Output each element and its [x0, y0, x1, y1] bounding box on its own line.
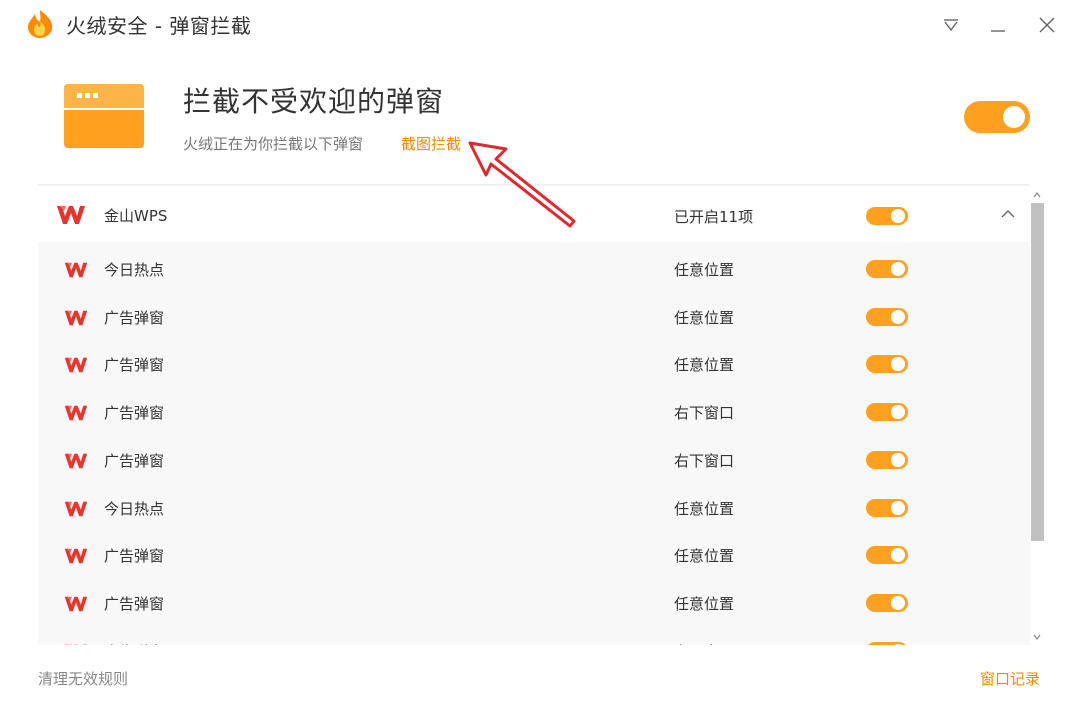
rule-row[interactable]: 今日热点 任意位置 [38, 484, 1030, 532]
scroll-down-icon[interactable] [1031, 631, 1043, 643]
rule-name: 广告弹窗 [104, 547, 165, 566]
rule-name: 广告弹窗 [104, 308, 165, 327]
clean-invalid-rules-link[interactable]: 清理无效规则 [38, 668, 128, 689]
rule-row[interactable]: 广告弹窗 右下窗口 [38, 627, 1030, 645]
rule-row[interactable]: 今日热点 任意位置 [38, 245, 1030, 293]
rule-toggle[interactable] [866, 403, 908, 422]
wps-icon [57, 206, 85, 224]
close-icon [1039, 17, 1055, 33]
chevron-up-icon[interactable] [1000, 206, 1016, 222]
huorong-logo-icon [28, 10, 53, 38]
rule-row[interactable]: 广告弹窗 任意位置 [38, 579, 1030, 627]
rule-position: 任意位置 [674, 594, 735, 613]
rule-row[interactable]: 广告弹窗 右下窗口 [38, 388, 1030, 436]
toggle-knob [891, 643, 905, 645]
rule-rows: 今日热点 任意位置 广告弹窗 任意位置 广告弹窗 任意位置 广告弹窗 右下窗口 广告弹窗 右下窗口… [38, 242, 1030, 645]
close-button[interactable] [1032, 10, 1062, 40]
title-bar: 火绒安全 - 弹窗拦截 [0, 0, 1080, 50]
rule-toggle[interactable] [866, 307, 908, 326]
toggle-knob [891, 209, 905, 223]
toggle-knob [891, 500, 905, 515]
rule-name: 今日热点 [104, 261, 165, 279]
window-title: 火绒安全 - 弹窗拦截 [66, 14, 252, 38]
toggle-knob [891, 405, 905, 420]
rule-name: 广告弹窗 [104, 356, 165, 375]
rule-position: 任意位置 [674, 261, 735, 279]
wps-icon [64, 548, 88, 564]
annotation-arrow-icon [468, 141, 576, 228]
page-subtitle: 火绒正在为你拦截以下弹窗 [183, 135, 364, 153]
toggle-knob [891, 548, 905, 563]
rule-row[interactable]: 广告弹窗 任意位置 [38, 531, 1030, 579]
popup-rule-list: 金山WPS 已开启11项 今日热点 任意位置 广告弹窗 任意位置 广告弹窗 任意位置 广告弹… [38, 186, 1030, 645]
wps-icon [64, 453, 88, 468]
toggle-knob [891, 262, 905, 276]
rule-name: 今日热点 [104, 499, 165, 518]
master-toggle[interactable] [964, 101, 1030, 133]
rule-toggle[interactable] [866, 498, 908, 517]
rule-name: 广告弹窗 [104, 641, 164, 645]
rule-name: 广告弹窗 [104, 404, 165, 423]
group-name: 金山WPS [104, 207, 168, 225]
toggle-knob [1003, 106, 1025, 128]
toggle-knob [891, 357, 905, 372]
minimize-icon [991, 30, 1005, 32]
rule-name: 广告弹窗 [104, 594, 165, 613]
wps-icon [64, 501, 88, 516]
toggle-knob [891, 595, 905, 610]
rule-row[interactable]: 广告弹窗 任意位置 [38, 340, 1030, 388]
rule-position: 任意位置 [674, 308, 735, 327]
wps-icon [64, 358, 88, 373]
rule-position: 任意位置 [674, 547, 735, 566]
rule-toggle[interactable] [866, 641, 908, 645]
rule-position: 右下窗口 [674, 404, 735, 423]
page-title: 拦截不受欢迎的弹窗 [183, 85, 445, 118]
rule-position: 右下窗口 [674, 451, 735, 470]
rule-row[interactable]: 广告弹窗 任意位置 [38, 293, 1030, 341]
rule-name: 广告弹窗 [104, 451, 165, 470]
window-log-link[interactable]: 窗口记录 [980, 668, 1040, 689]
toggle-knob [891, 309, 905, 324]
menu-button[interactable] [936, 10, 966, 40]
screenshot-block-link[interactable]: 截图拦截 [401, 133, 461, 154]
wps-icon [64, 405, 88, 421]
rule-toggle[interactable] [866, 546, 908, 565]
wps-icon [64, 310, 88, 325]
wps-icon [64, 262, 88, 278]
group-status: 已开启11项 [674, 208, 754, 226]
rule-position: 右下窗口 [674, 641, 734, 645]
wps-icon [64, 596, 88, 612]
triangle-down-icon [944, 19, 958, 32]
minimize-button[interactable] [983, 10, 1013, 40]
rule-toggle[interactable] [866, 260, 908, 278]
scrollbar-thumb[interactable] [1031, 203, 1044, 541]
wps-icon [64, 644, 88, 645]
scroll-up-icon[interactable] [1031, 189, 1043, 201]
group-toggle[interactable] [866, 207, 908, 225]
rule-position: 任意位置 [674, 356, 735, 375]
toggle-knob [891, 452, 905, 467]
rule-toggle[interactable] [866, 593, 908, 612]
rule-toggle[interactable] [866, 450, 908, 469]
rule-row[interactable]: 广告弹窗 右下窗口 [38, 436, 1030, 484]
popup-window-icon [64, 84, 144, 148]
rule-toggle[interactable] [866, 355, 908, 374]
rule-position: 任意位置 [674, 499, 735, 518]
